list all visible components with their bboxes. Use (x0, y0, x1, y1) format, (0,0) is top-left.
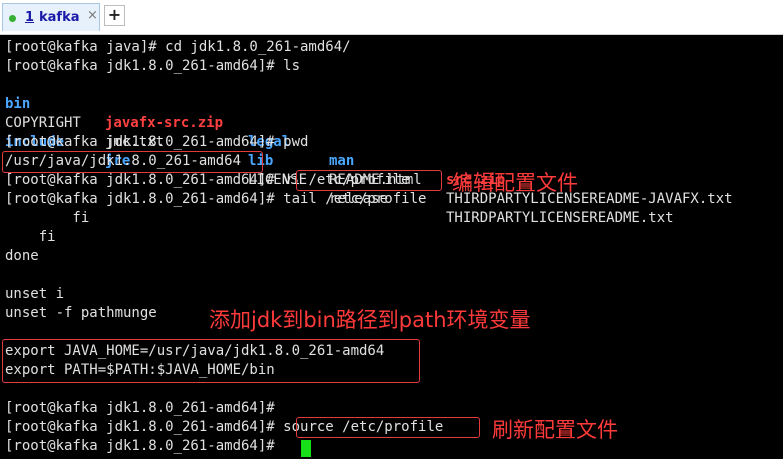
prompt: [root@kafka jdk1.8.0_261-amd64]# (5, 419, 284, 435)
terminal-line: [root@kafka jdk1.8.0_261-amd64]# (5, 400, 275, 416)
terminal-line: [root@kafka jdk1.8.0_261-amd64]# pwd (5, 134, 309, 150)
annotation-edit-config: 编辑配置文件 (452, 171, 578, 195)
tab-kafka[interactable]: 1 kafka × (2, 3, 100, 31)
close-icon[interactable]: × (87, 8, 98, 23)
add-tab-button[interactable]: + (104, 5, 125, 26)
ls-file: THIRDPARTYLICENSEREADME.txt (446, 210, 674, 226)
terminal-line: fi (5, 210, 90, 226)
highlight-box-source (296, 417, 480, 438)
terminal-line: [root@kafka jdk1.8.0_261-amd64]# (5, 438, 284, 454)
highlight-box-vi (296, 170, 442, 191)
cursor (301, 440, 311, 457)
terminal-line: unset i (5, 286, 65, 302)
terminal-line: unset -f pathmunge (5, 305, 157, 321)
terminal-line: done (5, 248, 39, 264)
terminal-output[interactable]: [root@kafka java]# cd jdk1.8.0_261-amd64… (0, 35, 783, 459)
terminal-line: fi (5, 229, 56, 245)
terminal-line: [root@kafka jdk1.8.0_261-amd64]# ls (5, 58, 301, 74)
connection-status-icon (9, 15, 16, 22)
ls-dir: man (329, 153, 355, 169)
ls-row: COPYRIGHT jmc.txt lib README.html THIRDP… (5, 95, 775, 207)
annotation-refresh-config: 刷新配置文件 (492, 418, 618, 442)
terminal-line: [root@kafka jdk1.8.0_261-amd64]# tail /e… (5, 191, 427, 207)
highlight-box-pwd (2, 151, 263, 173)
terminal-line: [root@kafka java]# cd jdk1.8.0_261-amd64… (5, 39, 351, 55)
tab-bar: 1 kafka × + (0, 0, 783, 35)
ls-row: include jre LICENSE release THIRDPARTYLI… (5, 114, 775, 226)
annotation-add-path: 添加jdk到bin路径到path环境变量 (209, 308, 531, 332)
tab-label: kafka (39, 10, 80, 25)
prompt: [root@kafka jdk1.8.0_261-amd64]# (5, 172, 284, 188)
highlight-box-export (2, 339, 420, 383)
tab-number: 1 (25, 10, 35, 25)
ls-row: bin javafx-src.zip legal man src.zip (5, 76, 775, 188)
